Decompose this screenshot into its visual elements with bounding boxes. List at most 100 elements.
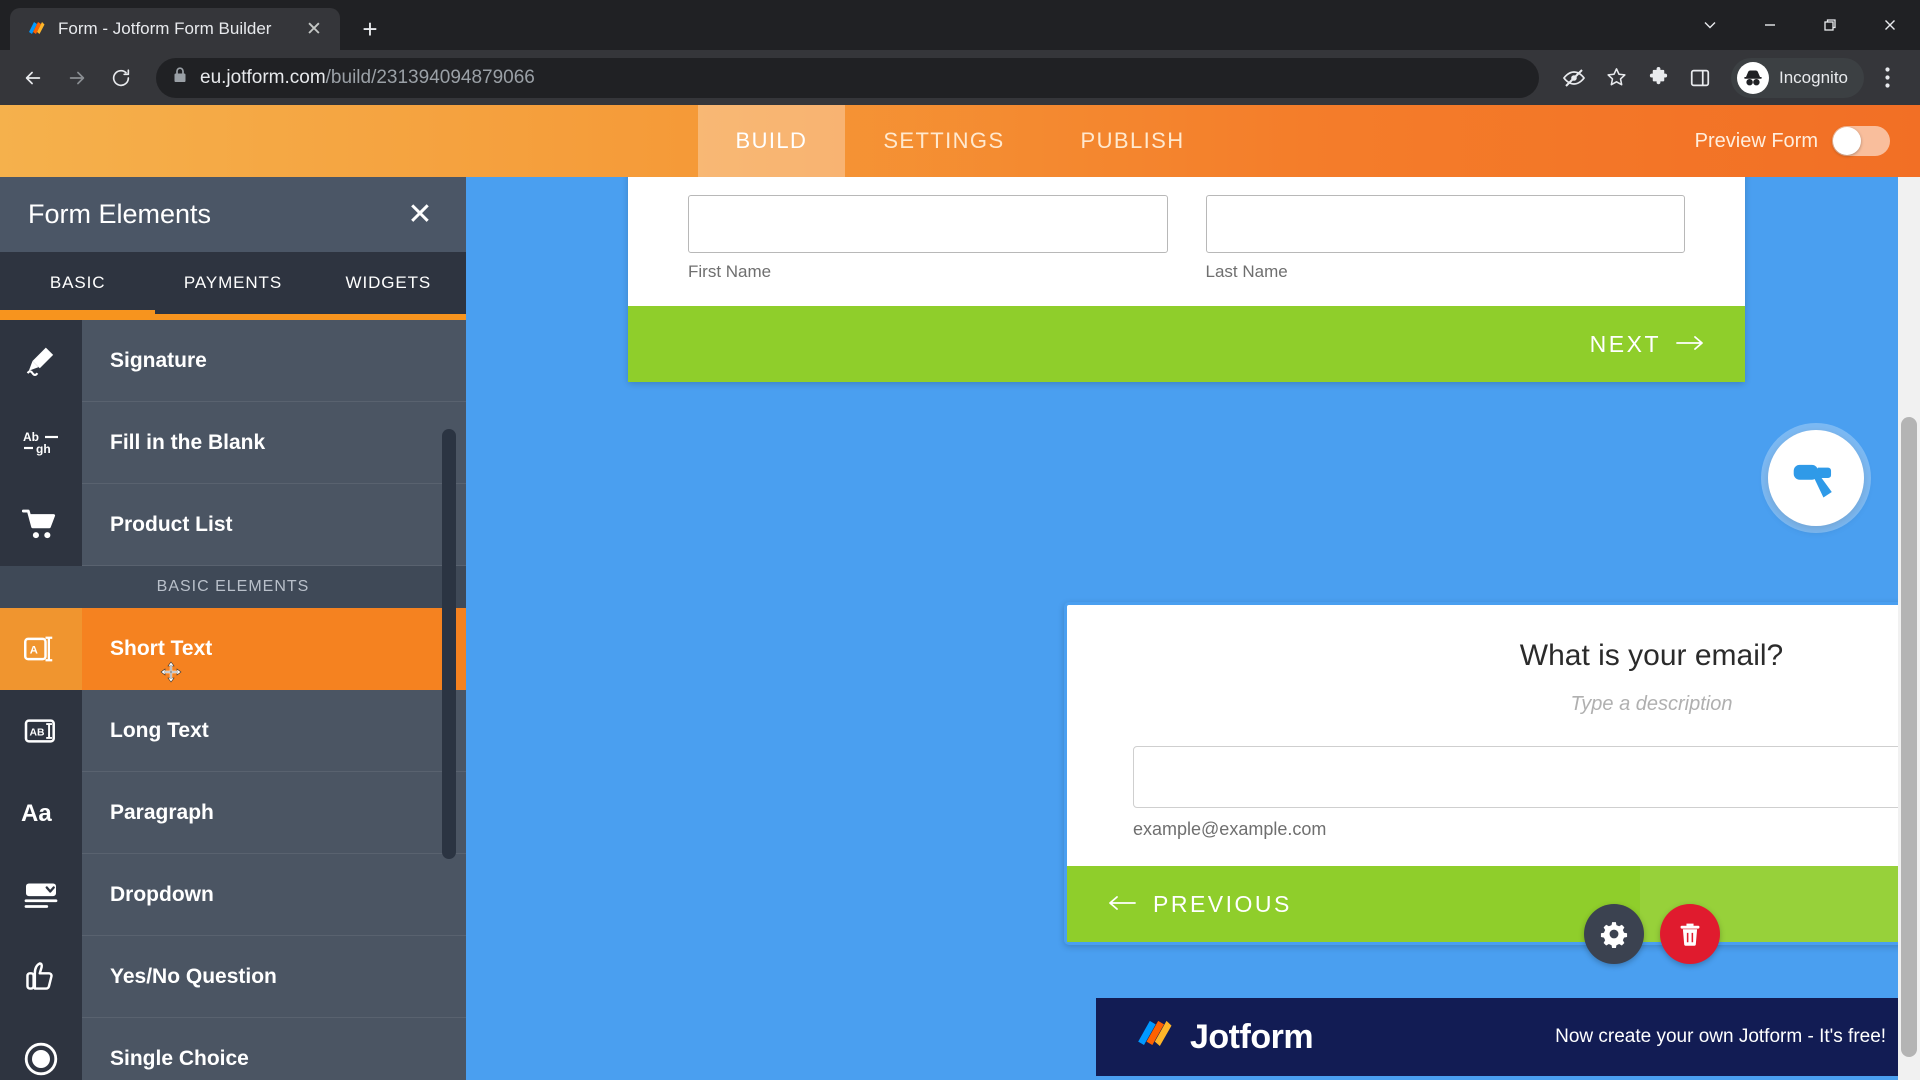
close-icon[interactable]: ✕ bbox=[302, 17, 326, 41]
minimize-icon[interactable] bbox=[1740, 0, 1800, 50]
element-item-dropdown[interactable]: Dropdown bbox=[0, 854, 466, 936]
element-item-paragraph[interactable]: Aa Paragraph bbox=[0, 772, 466, 854]
svg-text:Aa: Aa bbox=[21, 800, 52, 827]
browser-toolbar: eu.jotform.com/build/231394094879066 Inc… bbox=[0, 50, 1920, 105]
forward-arrow-icon[interactable] bbox=[58, 59, 96, 97]
panel-tab-payments[interactable]: PAYMENTS bbox=[155, 252, 310, 314]
email-question-title[interactable]: What is your email? bbox=[1133, 639, 1920, 673]
svg-text:gh: gh bbox=[36, 442, 51, 456]
name-card-actionbar: NEXT bbox=[628, 306, 1745, 382]
gear-icon[interactable] bbox=[1583, 904, 1644, 964]
move-cursor-icon bbox=[160, 661, 182, 688]
profile-chip[interactable]: Incognito bbox=[1731, 57, 1864, 98]
radio-circle-icon bbox=[0, 1018, 82, 1080]
panel-tab-basic[interactable]: BASIC bbox=[0, 252, 156, 314]
previous-button-label: PREVIOUS bbox=[1153, 890, 1292, 917]
email-input[interactable] bbox=[1133, 746, 1920, 808]
element-item-long-text[interactable]: AB Long Text bbox=[0, 690, 466, 772]
element-label: Product List bbox=[82, 484, 466, 566]
url-host: eu.jotform.com bbox=[200, 66, 326, 88]
tab-build[interactable]: BUILD bbox=[697, 105, 846, 177]
window-controls bbox=[1680, 0, 1920, 50]
form-canvas: First Name Last Name NEXT What is your e… bbox=[466, 177, 1920, 1080]
jotform-logo-icon bbox=[1134, 1015, 1174, 1060]
email-description-placeholder[interactable]: Type a description bbox=[1133, 693, 1920, 716]
element-label: Single Choice bbox=[82, 1018, 466, 1080]
panel-title: Form Elements bbox=[28, 199, 212, 229]
element-item-fill-in-the-blank[interactable]: Ab gh Fill in the Blank bbox=[0, 402, 466, 484]
toolbar-right: Incognito bbox=[1555, 57, 1906, 98]
preview-form-toggle[interactable] bbox=[1832, 126, 1890, 156]
svg-text:AB: AB bbox=[29, 728, 44, 739]
tab-title: Form - Jotform Form Builder bbox=[58, 19, 272, 38]
jotform-favicon bbox=[26, 19, 46, 39]
next-button[interactable]: NEXT bbox=[1590, 331, 1705, 358]
element-item-yes-no-question[interactable]: Yes/No Question bbox=[0, 936, 466, 1018]
form-builder-topnav: BUILD SETTINGS PUBLISH Preview Form bbox=[0, 105, 1920, 177]
kebab-menu-icon[interactable] bbox=[1868, 59, 1906, 97]
jotform-brand: Jotform bbox=[1134, 1015, 1314, 1060]
page-scrollbar-thumb[interactable] bbox=[1901, 417, 1917, 1057]
banner-message: Now create your own Jotform - It's free! bbox=[1555, 1026, 1887, 1047]
preview-form-label: Preview Form bbox=[1694, 129, 1818, 152]
plus-icon[interactable]: + bbox=[352, 11, 388, 47]
reload-icon[interactable] bbox=[102, 59, 140, 97]
first-name-input[interactable] bbox=[688, 195, 1168, 253]
close-window-icon[interactable] bbox=[1860, 0, 1920, 50]
fill-blank-icon: Ab gh bbox=[0, 402, 82, 484]
element-label: Paragraph bbox=[82, 772, 466, 854]
email-hint-text: example@example.com bbox=[1133, 819, 1327, 839]
side-panel-icon[interactable] bbox=[1681, 59, 1719, 97]
panel-header: Form Elements ✕ bbox=[0, 177, 466, 252]
eye-slash-icon[interactable] bbox=[1555, 59, 1593, 97]
panel-tab-widgets[interactable]: WIDGETS bbox=[311, 252, 466, 314]
name-field-card: First Name Last Name NEXT bbox=[628, 177, 1745, 382]
email-field-card[interactable]: What is your email? Type a description U… bbox=[1064, 602, 1920, 964]
toggle-knob bbox=[1833, 127, 1861, 155]
chevron-down-icon[interactable] bbox=[1680, 0, 1740, 50]
paint-roller-icon bbox=[1790, 450, 1842, 507]
next-button-label: NEXT bbox=[1589, 330, 1661, 357]
back-arrow-icon[interactable] bbox=[14, 59, 52, 97]
element-item-signature[interactable]: Signature bbox=[0, 320, 466, 402]
preview-form-control[interactable]: Preview Form bbox=[1695, 105, 1890, 177]
tab-settings[interactable]: SETTINGS bbox=[845, 105, 1042, 177]
browser-tab[interactable]: Form - Jotform Form Builder ✕ bbox=[10, 8, 340, 50]
address-bar[interactable]: eu.jotform.com/build/231394094879066 bbox=[156, 57, 1539, 98]
element-label: Dropdown bbox=[82, 854, 466, 936]
element-item-single-choice[interactable]: Single Choice bbox=[0, 1018, 466, 1080]
maximize-icon[interactable] bbox=[1800, 0, 1860, 50]
svg-text:A: A bbox=[30, 645, 38, 657]
jotform-app: BUILD SETTINGS PUBLISH Preview Form Form… bbox=[0, 105, 1920, 1080]
tab-strip: Form - Jotform Form Builder ✕ + bbox=[0, 0, 388, 50]
short-text-icon: A bbox=[0, 608, 82, 690]
name-field-body: First Name Last Name bbox=[628, 177, 1745, 306]
dropdown-icon bbox=[0, 854, 82, 936]
shopping-cart-icon bbox=[0, 484, 82, 566]
element-list: Signature Ab gh Fill in the Blank Produc… bbox=[0, 314, 466, 1080]
email-card-actionbar: PREVIOUS SUBMIT bbox=[1067, 866, 1920, 964]
panel-tabs: BASIC PAYMENTS WIDGETS bbox=[0, 252, 466, 314]
group-header-basic-elements: BASIC ELEMENTS bbox=[0, 566, 466, 608]
previous-button[interactable]: PREVIOUS bbox=[1067, 866, 1640, 942]
first-name-label: First Name bbox=[688, 262, 772, 281]
close-icon[interactable]: ✕ bbox=[402, 197, 438, 233]
element-label: Short Text bbox=[82, 608, 466, 690]
element-item-product-list[interactable]: Product List bbox=[0, 484, 466, 566]
trash-icon[interactable] bbox=[1659, 904, 1720, 964]
last-name-input[interactable] bbox=[1205, 195, 1685, 253]
first-name-group: First Name bbox=[688, 195, 1168, 282]
browser-window: Form - Jotform Form Builder ✕ + eu.jotfo… bbox=[0, 0, 1920, 1080]
puzzle-icon[interactable] bbox=[1639, 59, 1677, 97]
element-label: Fill in the Blank bbox=[82, 402, 466, 484]
page-scrollbar[interactable] bbox=[1898, 177, 1920, 1080]
email-field-body: What is your email? Type a description U… bbox=[1067, 605, 1920, 866]
tab-publish[interactable]: PUBLISH bbox=[1043, 105, 1223, 177]
thumbs-up-icon bbox=[0, 936, 82, 1018]
jotform-brand-name: Jotform bbox=[1190, 1017, 1314, 1056]
url-path: /build/231394094879066 bbox=[325, 66, 535, 88]
url-text: eu.jotform.com/build/231394094879066 bbox=[200, 67, 535, 89]
element-item-short-text[interactable]: A Short Text bbox=[0, 608, 466, 690]
star-icon[interactable] bbox=[1597, 59, 1635, 97]
form-designer-button[interactable] bbox=[1768, 430, 1864, 526]
